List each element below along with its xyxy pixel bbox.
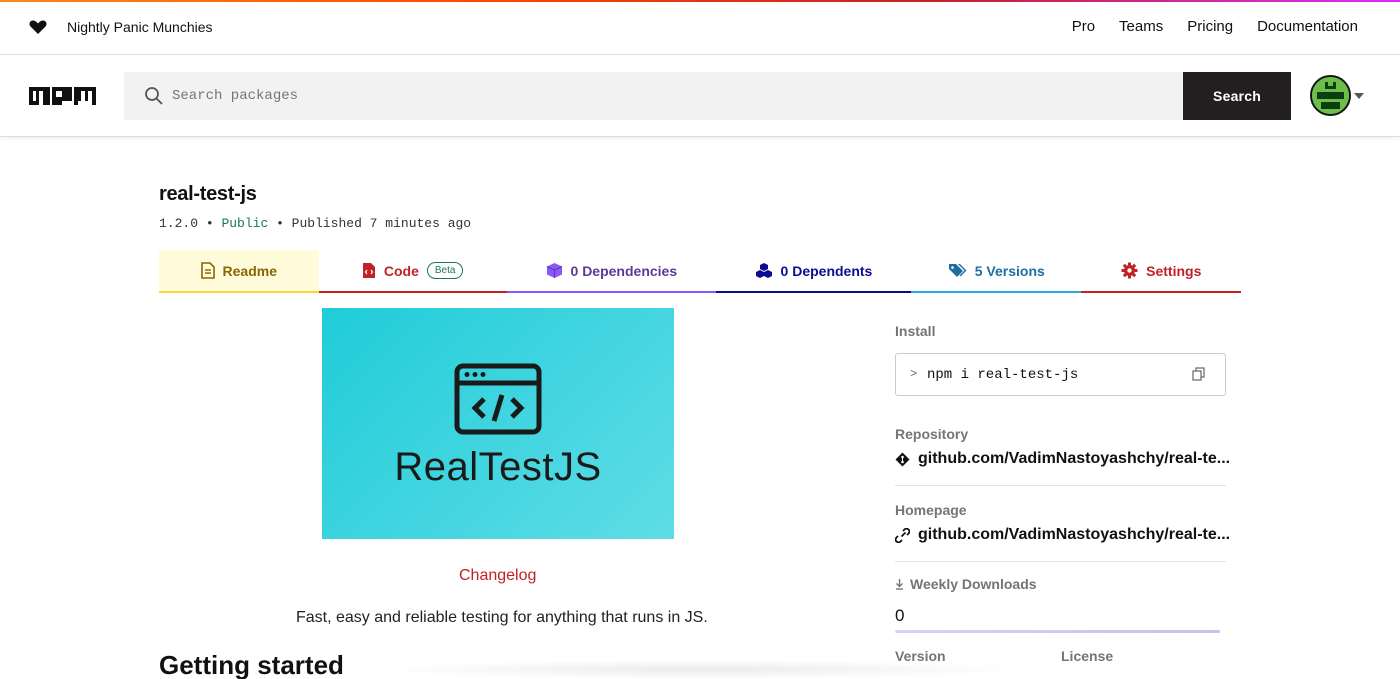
tagline: Nightly Panic Munchies [67, 19, 213, 35]
dependencies-icon [546, 263, 562, 278]
hero-title: RealTestJS [394, 445, 602, 489]
beta-badge: Beta [426, 262, 464, 279]
heart-icon[interactable] [28, 17, 48, 37]
tab-dependents[interactable]: 0 Dependents [715, 250, 912, 293]
dependents-icon [755, 263, 772, 278]
install-label: Install [895, 323, 936, 339]
repository-label: Repository [895, 426, 969, 442]
package-tabs: Readme Code Beta 0 Dependencies 0 Depend… [159, 250, 1242, 293]
install-command-box[interactable]: > npm i real-test-js [895, 353, 1226, 396]
search-box [124, 72, 1183, 120]
divider [895, 561, 1226, 562]
tab-settings[interactable]: Settings [1081, 250, 1242, 293]
tab-versions-label: 5 Versions [974, 262, 1045, 279]
downloads-sparkline [895, 630, 1220, 633]
tab-dependents-label: 0 Dependents [780, 262, 873, 279]
tab-readme-label: Readme [222, 262, 277, 279]
weekly-downloads-label: Weekly Downloads [910, 576, 1037, 592]
nav-pricing[interactable]: Pricing [1187, 18, 1233, 35]
package-name: real-test-js [159, 183, 257, 205]
repository-url[interactable]: github.com/VadimNastoyashchy/real-te... [918, 450, 1230, 468]
copy-icon[interactable] [1192, 367, 1205, 381]
download-icon [896, 579, 903, 590]
changelog-link[interactable]: Changelog [459, 567, 536, 585]
package-meta: 1.2.0 • Public • Published 7 minutes ago [159, 216, 472, 231]
weekly-downloads-header: Weekly Downloads [895, 576, 1037, 592]
link-icon [895, 527, 910, 543]
npm-logo[interactable] [29, 87, 96, 105]
install-command[interactable]: npm i real-test-js [927, 367, 1078, 383]
nav-pro[interactable]: Pro [1072, 18, 1095, 35]
search-button[interactable]: Search [1183, 72, 1291, 120]
package-version: 1.2.0 [159, 216, 199, 231]
settings-icon [1121, 262, 1138, 279]
readme-hero-image: RealTestJS [322, 308, 674, 539]
homepage-url[interactable]: github.com/VadimNastoyashchy/real-te... [918, 526, 1230, 544]
homepage-label: Homepage [895, 502, 967, 518]
git-icon [895, 452, 910, 466]
search-input[interactable] [172, 72, 1162, 120]
package-visibility: Public [221, 216, 269, 231]
weekly-downloads-value: 0 [895, 606, 905, 625]
repository-link[interactable]: github.com/VadimNastoyashchy/real-te... [895, 450, 1230, 468]
search-icon [145, 87, 163, 105]
license-label: License [1061, 648, 1114, 664]
package-published: Published 7 minutes ago [291, 216, 472, 231]
tab-code-label: Code [383, 262, 419, 279]
top-nav: Pro Teams Pricing Documentation [1072, 18, 1358, 35]
tab-dependencies[interactable]: 0 Dependencies [506, 250, 716, 293]
nav-teams[interactable]: Teams [1119, 18, 1163, 35]
versions-icon [948, 264, 967, 277]
tab-readme[interactable]: Readme [159, 250, 319, 293]
nav-documentation[interactable]: Documentation [1257, 18, 1358, 35]
tab-dependencies-label: 0 Dependencies [570, 262, 678, 279]
code-window-icon [454, 363, 542, 435]
version-label: Version [895, 648, 946, 664]
tab-settings-label: Settings [1146, 262, 1202, 279]
divider [895, 485, 1226, 486]
avatar[interactable] [1310, 75, 1351, 116]
homepage-link[interactable]: github.com/VadimNastoyashchy/real-te... [895, 526, 1230, 544]
package-description: Fast, easy and reliable testing for anyt… [296, 609, 708, 626]
top-bar: Nightly Panic Munchies Pro Teams Pricing… [0, 2, 1400, 55]
search-bar: Search [0, 56, 1400, 137]
user-menu[interactable] [1310, 75, 1366, 117]
tab-versions[interactable]: 5 Versions [911, 250, 1082, 293]
tab-code[interactable]: Code Beta [318, 250, 507, 293]
chevron-down-icon[interactable] [1354, 93, 1364, 99]
readme-icon [200, 262, 215, 279]
getting-started-heading: Getting started [159, 650, 344, 679]
code-icon [362, 263, 375, 278]
prompt-icon: > [910, 367, 918, 381]
